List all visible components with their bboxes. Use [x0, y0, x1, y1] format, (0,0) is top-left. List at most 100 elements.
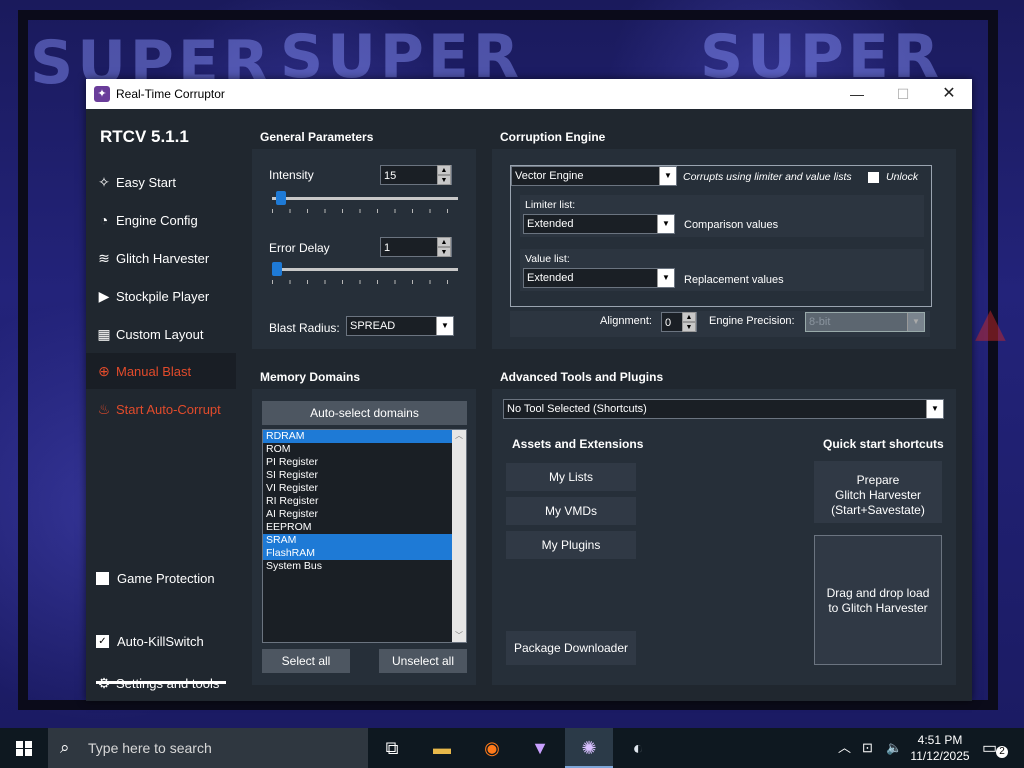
engine-value: Vector Engine: [515, 170, 584, 182]
spin-down-icon[interactable]: ▼: [682, 322, 696, 332]
sidebar-item-easy-start[interactable]: ✧ Easy Start: [86, 164, 236, 200]
package-downloader-button[interactable]: Package Downloader: [506, 631, 636, 665]
memory-domain-item[interactable]: SRAM: [263, 534, 452, 547]
minimize-button[interactable]: —: [834, 79, 880, 109]
sidebar-item-engine-config[interactable]: ◔ Engine Config: [86, 202, 236, 238]
file-explorer-icon[interactable]: ▬: [418, 728, 466, 768]
taskbar-clock[interactable]: 4:51 PM 11/12/2025: [908, 732, 972, 764]
network-icon[interactable]: ⊡: [862, 728, 873, 768]
engine-precision-dropdown: 8-bit ▼: [805, 312, 925, 332]
sidebar-item-stockpile-player[interactable]: ▶ Stockpile Player: [86, 278, 236, 314]
chevron-down-icon[interactable]: ▼: [436, 317, 453, 335]
memory-domains-list[interactable]: RDRAM ROM PI Register SI Register VI Registe…: [262, 429, 467, 643]
my-plugins-button[interactable]: My Plugins: [506, 531, 636, 559]
slider-thumb[interactable]: [272, 262, 282, 276]
error-delay-spinner[interactable]: ▲ ▼: [437, 237, 451, 257]
engine-dropdown[interactable]: Vector Engine ▼: [511, 166, 677, 186]
memory-domain-item[interactable]: SI Register: [263, 469, 452, 482]
rtc-window: ✦ Real-Time Corruptor — ☐ ✕ RTCV 5.1.1 ✧…: [86, 79, 972, 701]
memory-domain-item[interactable]: System Bus: [263, 560, 452, 573]
spin-down-icon[interactable]: ▼: [437, 175, 451, 185]
sidebar-item-label: Easy Start: [116, 175, 176, 190]
engine-description: Corrupts using limiter and value lists: [683, 171, 852, 183]
error-delay-slider[interactable]: [272, 262, 458, 286]
rtc-taskbar-icon[interactable]: ✺: [565, 728, 613, 768]
spin-down-icon[interactable]: ▼: [437, 247, 451, 257]
memory-domain-item[interactable]: ROM: [263, 443, 452, 456]
rtcv-launcher-icon[interactable]: ◐: [614, 728, 662, 768]
chevron-down-icon[interactable]: ▼: [926, 400, 943, 418]
memory-domain-item[interactable]: FlashRAM: [263, 547, 452, 560]
unlock-checkbox[interactable]: [868, 172, 879, 183]
my-vmds-button[interactable]: My VMDs: [506, 497, 636, 525]
memory-domain-item[interactable]: PI Register: [263, 456, 452, 469]
prepare-line: Prepare: [856, 473, 900, 487]
sidebar-item-custom-layout[interactable]: ▦ Custom Layout: [86, 316, 236, 352]
auto-select-domains-button[interactable]: Auto-select domains: [262, 401, 467, 425]
drag-line: Drag and drop load: [826, 586, 930, 600]
scroll-up-icon[interactable]: ︿: [452, 430, 466, 442]
general-parameters-panel: General Parameters Intensity 15 ▲ ▼ Error…: [252, 125, 476, 349]
blast-radius-label: Blast Radius:: [269, 321, 340, 335]
prepare-glitch-harvester-button[interactable]: Prepare Glitch Harvester (Start+Savestat…: [814, 461, 942, 523]
show-hidden-icons-icon[interactable]: ︿: [838, 728, 851, 768]
blast-radius-dropdown[interactable]: SPREAD ▼: [346, 316, 454, 336]
sidebar: RTCV 5.1.1 ✧ Easy Start ◔ Engine Config …: [86, 109, 236, 701]
alignment-label: Alignment:: [600, 315, 652, 327]
scroll-down-icon[interactable]: ﹀: [452, 630, 466, 642]
memory-domain-item[interactable]: RDRAM: [263, 430, 452, 443]
prepare-line: Glitch Harvester: [834, 488, 922, 502]
error-delay-label: Error Delay: [269, 241, 330, 255]
spin-up-icon[interactable]: ▲: [682, 312, 696, 322]
close-button[interactable]: ✕: [926, 79, 972, 109]
memory-domain-item[interactable]: EEPROM: [263, 521, 452, 534]
game-protection-checkbox[interactable]: Game Protection: [96, 569, 236, 589]
select-all-button[interactable]: Select all: [262, 649, 350, 673]
bizhawk-icon[interactable]: ▼: [516, 728, 564, 768]
my-lists-button[interactable]: My Lists: [506, 463, 636, 491]
slider-track: [272, 197, 458, 200]
alignment-input[interactable]: 0 ▲ ▼: [661, 312, 697, 332]
start-button[interactable]: [0, 728, 48, 768]
auto-killswitch-label: Auto-KillSwitch: [117, 634, 204, 649]
limiter-list-dropdown[interactable]: Extended ▼: [523, 214, 675, 234]
spin-up-icon[interactable]: ▲: [437, 237, 451, 247]
panel-header: Memory Domains: [252, 365, 476, 389]
intensity-slider[interactable]: [272, 191, 458, 215]
chevron-down-icon[interactable]: ▼: [659, 167, 676, 185]
chevron-down-icon[interactable]: ▼: [657, 269, 674, 287]
unselect-all-button[interactable]: Unselect all: [379, 649, 467, 673]
title-bar[interactable]: ✦ Real-Time Corruptor — ☐ ✕: [86, 79, 972, 109]
tool-dropdown[interactable]: No Tool Selected (Shortcuts) ▼: [503, 399, 944, 419]
error-delay-input[interactable]: 1 ▲ ▼: [380, 237, 452, 257]
sidebar-item-manual-blast[interactable]: ⊕ Manual Blast: [86, 353, 236, 389]
alignment-spinner[interactable]: ▲ ▼: [682, 312, 696, 332]
task-view-icon[interactable]: ⧉: [368, 728, 416, 768]
engine-precision-label: Engine Precision:: [709, 315, 795, 327]
firefox-icon[interactable]: ◉: [468, 728, 516, 768]
notifications-icon[interactable]: ▭ 2: [982, 738, 1008, 758]
list-scrollbar[interactable]: ︿ ﹀: [452, 430, 466, 642]
spin-up-icon[interactable]: ▲: [437, 165, 451, 175]
auto-killswitch-checkbox[interactable]: ✓ Auto-KillSwitch: [96, 632, 236, 652]
maximize-button[interactable]: ☐: [880, 79, 926, 109]
memory-domain-item[interactable]: AI Register: [263, 508, 452, 521]
intensity-spinner[interactable]: ▲ ▼: [437, 165, 451, 185]
volume-icon[interactable]: 🔈: [886, 728, 902, 768]
settings-and-tools-button[interactable]: ⚙ Settings and tools: [86, 665, 236, 701]
drag-drop-glitch-harvester-zone[interactable]: Drag and drop load to Glitch Harvester: [814, 535, 942, 665]
sidebar-item-glitch-harvester[interactable]: ≋ Glitch Harvester: [86, 240, 236, 276]
corruption-engine-panel: Corruption Engine Vector Engine ▼ Corrup…: [492, 125, 956, 349]
chevron-down-icon[interactable]: ▼: [657, 215, 674, 233]
sidebar-item-start-auto-corrupt[interactable]: ♨ Start Auto-Corrupt: [86, 391, 236, 427]
search-placeholder: Type here to search: [88, 740, 212, 756]
search-box[interactable]: ⌕ Type here to search: [48, 728, 368, 768]
memory-domain-item[interactable]: RI Register: [263, 495, 452, 508]
game-protection-label: Game Protection: [117, 571, 215, 586]
memory-domain-item[interactable]: VI Register: [263, 482, 452, 495]
value-list-dropdown[interactable]: Extended ▼: [523, 268, 675, 288]
intensity-input[interactable]: 15 ▲ ▼: [380, 165, 452, 185]
memory-domains-panel: Memory Domains Auto-select domains RDRAM…: [252, 365, 476, 685]
slider-thumb[interactable]: [275, 191, 286, 205]
limiter-description: Comparison values: [684, 219, 779, 231]
